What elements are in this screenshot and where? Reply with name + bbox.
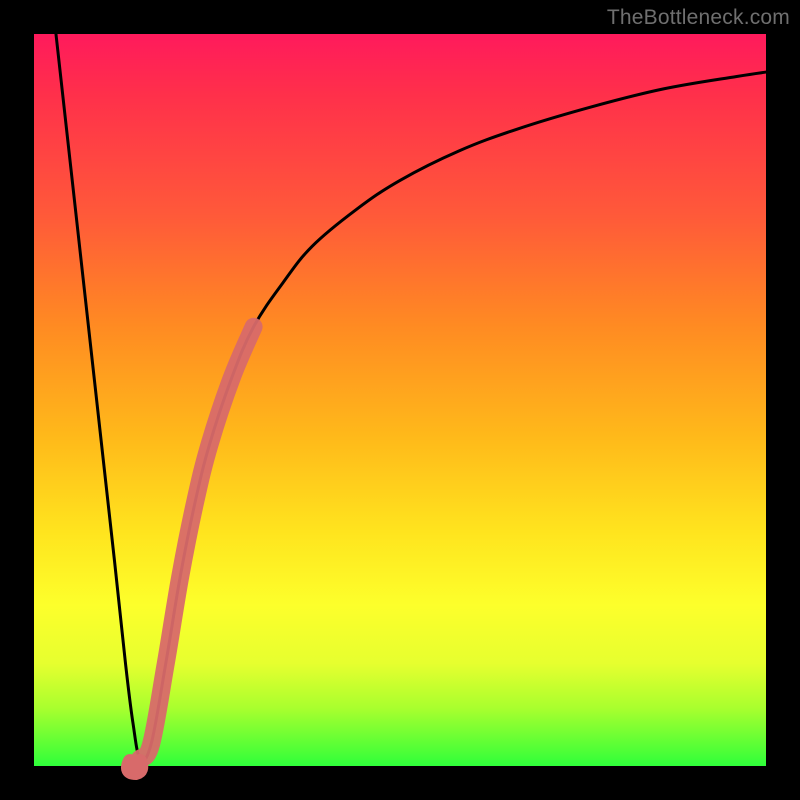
highlight-layer xyxy=(128,327,254,773)
highlight-segment xyxy=(140,327,253,759)
watermark-label: TheBottleneck.com xyxy=(607,6,790,30)
highlight-hook-icon xyxy=(128,761,141,773)
chart-frame: TheBottleneck.com xyxy=(0,0,800,800)
chart-plot-area xyxy=(34,34,766,766)
chart-svg xyxy=(34,34,766,766)
